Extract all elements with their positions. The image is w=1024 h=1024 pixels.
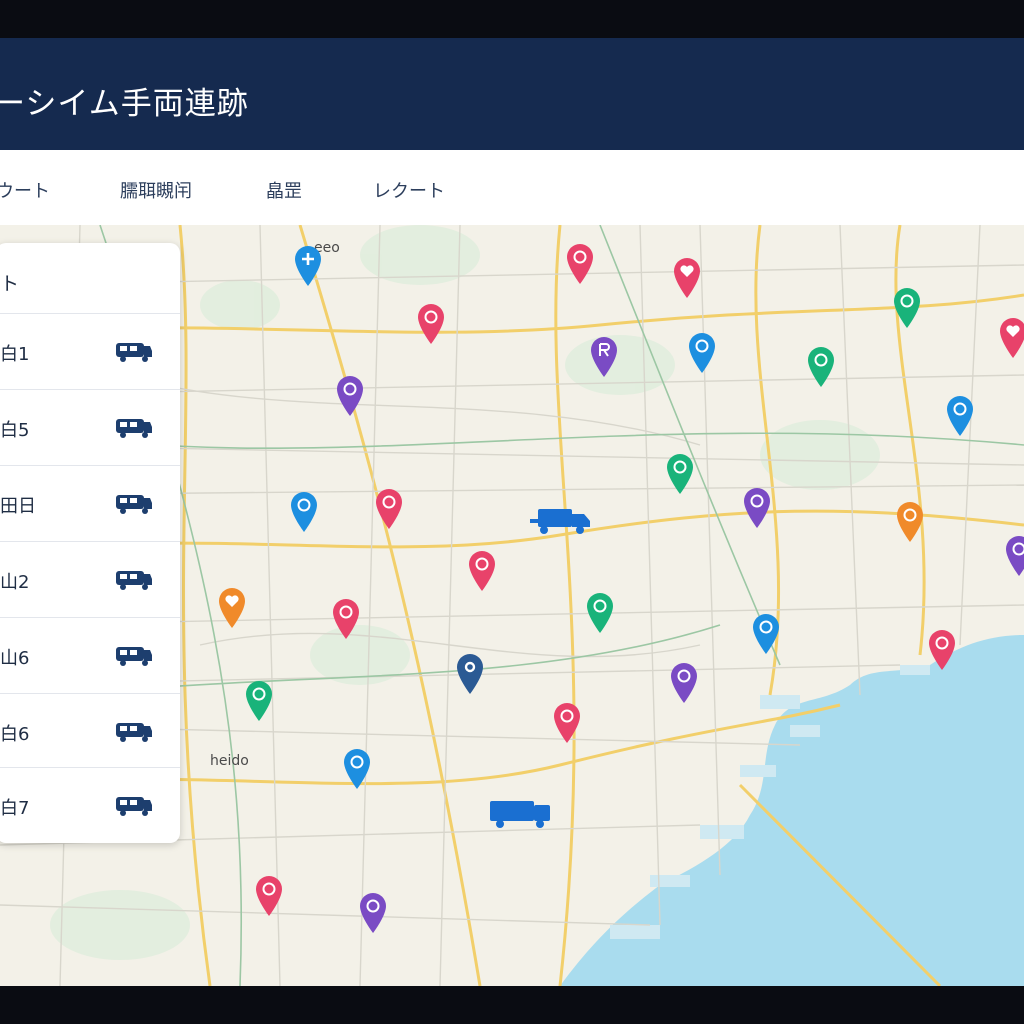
info-icon xyxy=(744,488,770,528)
info-icon xyxy=(587,593,613,633)
truck-marker-2[interactable] xyxy=(488,797,554,831)
info-icon xyxy=(667,454,693,494)
tab-1[interactable]: ウート xyxy=(0,177,50,203)
truck-icon xyxy=(114,490,154,520)
truck-icon xyxy=(114,566,154,596)
map-pin[interactable] xyxy=(552,702,582,744)
map-pin[interactable] xyxy=(416,303,446,345)
info-icon xyxy=(671,663,697,703)
info-icon xyxy=(418,304,444,344)
truck-icon xyxy=(114,792,154,822)
info-icon xyxy=(246,681,272,721)
vehicle-label: 白7 xyxy=(0,798,30,819)
vehicle-row[interactable]: 白5 xyxy=(0,389,180,466)
vehicle-row[interactable]: 白7 xyxy=(0,767,180,843)
truck-icon xyxy=(530,509,590,534)
heart-icon xyxy=(674,258,700,298)
vehicle-label: 山6 xyxy=(0,648,30,669)
map-pin[interactable] xyxy=(374,488,404,530)
vehicle-label: 山2 xyxy=(0,572,30,593)
map-pin[interactable] xyxy=(672,257,702,299)
info-icon xyxy=(360,893,386,933)
window-frame-bottom xyxy=(0,986,1024,1024)
vehicle-row[interactable]: 山6 xyxy=(0,617,180,694)
heart-icon xyxy=(1000,318,1024,358)
tab-3[interactable]: 皛罡 xyxy=(266,177,302,203)
map-pin[interactable] xyxy=(751,613,781,655)
truck-icon xyxy=(490,801,550,828)
map-pin[interactable] xyxy=(217,587,247,629)
map-pin[interactable] xyxy=(927,629,957,671)
info-icon xyxy=(469,551,495,591)
map-pin[interactable] xyxy=(1004,535,1024,577)
truck-icon xyxy=(114,718,154,748)
map-label-left: heido xyxy=(210,753,249,769)
window-frame-top xyxy=(0,0,1024,38)
info-icon xyxy=(256,876,282,916)
info-icon xyxy=(753,614,779,654)
info-icon xyxy=(333,599,359,639)
info-icon xyxy=(567,244,593,284)
vehicle-row[interactable]: 山2 xyxy=(0,541,180,618)
map-pin[interactable] xyxy=(687,332,717,374)
map-pin[interactable] xyxy=(335,375,365,417)
map-pin[interactable] xyxy=(585,592,615,634)
map-pin[interactable] xyxy=(892,287,922,329)
vehicle-row[interactable]: 白1 xyxy=(0,313,180,390)
info-icon xyxy=(689,333,715,373)
vehicle-label: 白1 xyxy=(0,344,30,365)
vehicle-label: 白5 xyxy=(0,420,30,441)
plus-icon xyxy=(295,246,321,286)
info-icon xyxy=(337,376,363,416)
info-icon xyxy=(897,502,923,542)
tab-2[interactable]: 臑聑瞡闬 xyxy=(120,177,192,203)
truck-icon xyxy=(114,642,154,672)
map-pin[interactable] xyxy=(665,453,695,495)
map-pin[interactable] xyxy=(742,487,772,529)
map-pin[interactable] xyxy=(565,243,595,285)
info-icon xyxy=(894,288,920,328)
vehicle-row[interactable]: 白6 xyxy=(0,693,180,770)
map-pin[interactable] xyxy=(669,662,699,704)
vehicle-label: 田日 xyxy=(0,496,36,517)
map-pin[interactable] xyxy=(589,336,619,378)
info-icon xyxy=(808,347,834,387)
info-icon xyxy=(344,749,370,789)
truck-icon xyxy=(114,338,154,368)
map-pin[interactable] xyxy=(244,680,274,722)
map-pin[interactable] xyxy=(998,317,1024,359)
map-pin[interactable] xyxy=(358,892,388,934)
panel-title: ト xyxy=(0,273,20,295)
map-pin[interactable] xyxy=(289,491,319,533)
vehicle-list-panel: ト 白1 白5 田日山2 山6 白6 白7 xyxy=(0,243,180,843)
info-icon xyxy=(554,703,580,743)
heart-icon xyxy=(219,588,245,628)
vehicle-row[interactable]: 田日 xyxy=(0,465,180,542)
info-icon xyxy=(929,630,955,670)
info-icon xyxy=(947,396,973,436)
truck-icon xyxy=(114,414,154,444)
map-pin[interactable] xyxy=(806,346,836,388)
info-icon xyxy=(376,489,402,529)
map-pin[interactable] xyxy=(455,653,485,695)
info-icon xyxy=(1006,536,1024,576)
map-pin[interactable] xyxy=(293,245,323,287)
r-icon xyxy=(591,337,617,377)
tab-4[interactable]: レクート xyxy=(373,177,445,203)
truck-marker-1[interactable] xyxy=(530,505,594,537)
info-icon xyxy=(291,492,317,532)
map-pin[interactable] xyxy=(254,875,284,917)
dot-icon xyxy=(457,654,483,694)
map-pin[interactable] xyxy=(467,550,497,592)
map-pin[interactable] xyxy=(331,598,361,640)
app-title: ーシイム手両連跡 xyxy=(0,86,249,122)
map-pin[interactable] xyxy=(342,748,372,790)
map-pin[interactable] xyxy=(895,501,925,543)
map-pin[interactable] xyxy=(945,395,975,437)
vehicle-label: 白6 xyxy=(0,724,30,745)
